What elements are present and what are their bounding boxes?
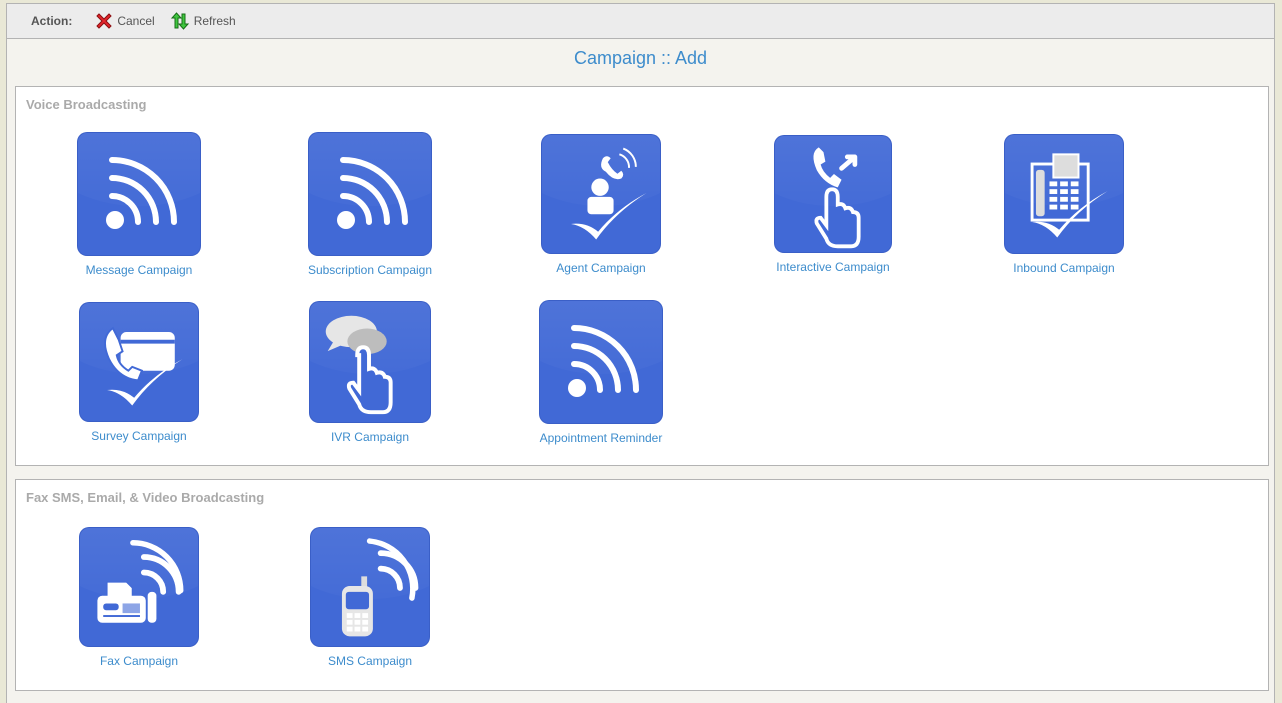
tile-label: IVR Campaign [330, 430, 410, 444]
cancel-button[interactable]: Cancel [94, 11, 155, 31]
broadcast-waves-icon [337, 157, 408, 229]
broadcast-waves-icon [106, 157, 177, 229]
action-label: Action: [31, 14, 73, 28]
tile-label: Survey Campaign [91, 429, 187, 443]
phone-hand-pointer-icon [813, 147, 861, 249]
tile-subscription-campaign[interactable]: Subscription Campaign [280, 133, 460, 277]
section-fax-sms-email-video: Fax SMS, Email, & Video Broadcasting Fax… [15, 479, 1269, 691]
action-toolbar: Action: Cancel Refresh [7, 4, 1274, 39]
page-title: Campaign :: Add [573, 48, 708, 68]
tile-label: Agent Campaign [556, 261, 646, 275]
tile-label: Interactive Campaign [776, 260, 890, 274]
tile-label: Appointment Reminder [539, 431, 663, 445]
section-heading: Voice Broadcasting [26, 97, 147, 112]
tile-message-campaign[interactable]: Message Campaign [49, 133, 229, 277]
refresh-button[interactable]: Refresh [169, 10, 236, 32]
tile-label: SMS Campaign [327, 654, 413, 668]
cancel-label: Cancel [117, 14, 155, 28]
tile-label: Message Campaign [85, 263, 193, 277]
broadcast-waves-icon [568, 325, 639, 397]
desk-phone-check-icon [1030, 153, 1108, 238]
phone-card-check-icon [104, 326, 183, 406]
mobile-phone-waves-icon [341, 538, 419, 637]
tile-sms-campaign[interactable]: SMS Campaign [280, 526, 460, 668]
chat-bubbles-hand-icon [325, 315, 393, 415]
tile-inbound-campaign[interactable]: Inbound Campaign [974, 133, 1154, 275]
cancel-icon [96, 13, 113, 29]
tile-fax-campaign[interactable]: Fax Campaign [49, 526, 229, 668]
tile-label: Inbound Campaign [1013, 261, 1115, 275]
tile-ivr-campaign[interactable]: IVR Campaign [280, 301, 460, 444]
tile-label: Fax Campaign [99, 654, 179, 668]
refresh-icon [170, 12, 189, 30]
tile-interactive-campaign[interactable]: Interactive Campaign [743, 133, 923, 274]
fax-waves-icon [97, 540, 184, 623]
tile-appointment-reminder[interactable]: Appointment Reminder [511, 301, 691, 445]
agent-phone-check-icon [571, 147, 647, 240]
section-heading: Fax SMS, Email, & Video Broadcasting [26, 490, 265, 505]
main-frame: Action: Cancel Refresh Campaign :: Add V… [6, 3, 1275, 703]
refresh-label: Refresh [193, 14, 236, 28]
tile-survey-campaign[interactable]: Survey Campaign [49, 301, 229, 443]
section-voice-broadcasting: Voice Broadcasting Message Campaign Subs… [15, 86, 1269, 466]
tile-agent-campaign[interactable]: Agent Campaign [511, 133, 691, 275]
tile-label: Subscription Campaign [307, 263, 433, 277]
